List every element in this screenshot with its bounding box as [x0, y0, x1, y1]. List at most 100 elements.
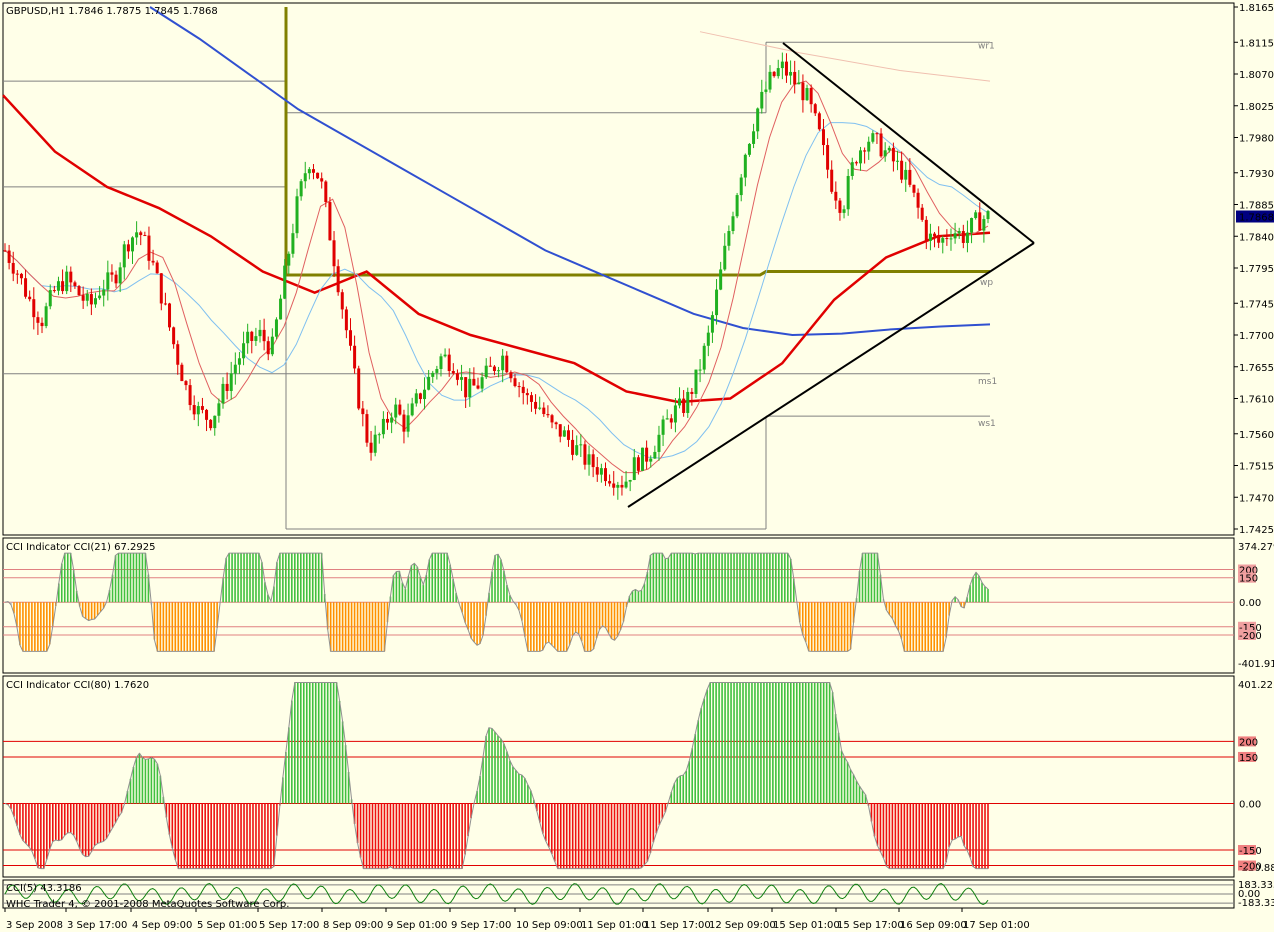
- candle-body: [661, 419, 665, 435]
- candle-body: [896, 160, 900, 162]
- candle-body: [476, 385, 480, 389]
- candle-body: [554, 422, 558, 425]
- candle-body: [147, 235, 151, 261]
- candle-body: [965, 232, 969, 243]
- annotation-ws1: ws1: [978, 419, 996, 429]
- candle-body: [443, 354, 447, 357]
- candle-body: [534, 401, 538, 409]
- candle-body: [653, 451, 657, 459]
- candle-body: [978, 212, 982, 231]
- candle-body: [817, 113, 821, 130]
- candle-body: [813, 104, 817, 114]
- candle-body: [566, 430, 570, 440]
- candle-body: [414, 393, 418, 404]
- candle-body: [143, 235, 147, 237]
- candle-body: [953, 233, 957, 239]
- time-axis-label: 11 Sep 17:00: [644, 920, 711, 931]
- price-axis-label: 1.7795: [1239, 264, 1274, 275]
- candle-body: [135, 232, 139, 238]
- candle-body: [620, 484, 624, 488]
- price-axis-label: 1.7840: [1239, 232, 1274, 243]
- candle-body: [875, 133, 879, 135]
- candle-body: [916, 192, 920, 208]
- candle-body: [15, 273, 19, 275]
- candle-body: [723, 245, 727, 270]
- candle-body: [591, 454, 595, 468]
- candle-body: [497, 370, 501, 372]
- candle-body: [505, 355, 509, 373]
- candle-body: [961, 231, 965, 243]
- candle-body: [571, 439, 575, 455]
- candle-body: [229, 373, 233, 391]
- candle-body: [81, 295, 85, 301]
- trendline-upper[interactable]: [782, 42, 1035, 244]
- candle-body: [756, 108, 760, 132]
- cci80-max-label: 401.2218: [1238, 680, 1274, 691]
- candle-body: [11, 262, 15, 274]
- candle-body: [65, 271, 69, 292]
- chart-canvas[interactable]: 1.8165 1.8115 1.8070 1.8025 1.7980 1.7930 1.78…: [0, 0, 1274, 932]
- candle-body: [77, 286, 81, 296]
- candle-body: [451, 371, 455, 374]
- cci80-level-label: 200: [1239, 737, 1258, 748]
- candle-body: [583, 444, 587, 465]
- candle-body: [126, 244, 130, 252]
- candle-body: [316, 172, 320, 179]
- candle-body: [163, 303, 167, 305]
- candle-body: [52, 290, 56, 292]
- candle-body: [311, 169, 315, 173]
- candle-body: [291, 233, 295, 254]
- candle-body: [974, 212, 978, 219]
- candle-body: [743, 154, 747, 178]
- candle-body: [7, 250, 11, 263]
- candle-body: [657, 434, 661, 452]
- time-axis-label: 10 Sep 09:00: [516, 920, 583, 931]
- candle-body: [19, 273, 23, 279]
- candle-body: [205, 409, 209, 420]
- time-axis-label: 11 Sep 01:00: [581, 920, 648, 931]
- candle-body: [780, 61, 784, 69]
- cci21-max-label: 374.2794: [1238, 542, 1274, 553]
- candle-body: [715, 289, 719, 316]
- candle-body: [883, 150, 887, 157]
- candle-body: [439, 356, 443, 369]
- price-axis-label: 1.7470: [1239, 493, 1274, 504]
- candle-body: [279, 298, 283, 320]
- candle-body: [747, 143, 751, 155]
- candle-body: [213, 415, 217, 429]
- candle-body: [879, 133, 883, 157]
- candle-body: [418, 393, 422, 400]
- candle-body: [521, 386, 525, 394]
- candle-body: [274, 319, 278, 337]
- candle-body: [706, 332, 710, 346]
- candle-body: [608, 481, 612, 484]
- trendline-lower[interactable]: [627, 242, 1035, 508]
- candle-body: [283, 265, 287, 299]
- candle-body: [525, 393, 529, 396]
- mt4-chart-window: 1.8165 1.8115 1.8070 1.8025 1.7980 1.7930 1.78…: [0, 0, 1274, 932]
- candle-body: [805, 88, 809, 101]
- candle-body: [628, 480, 632, 482]
- candle-body: [266, 341, 270, 355]
- time-axis-label: 3 Sep 2008: [6, 920, 63, 931]
- candle-body: [821, 129, 825, 146]
- candle-body: [131, 237, 135, 252]
- time-axis-label: 4 Sep 09:00: [132, 920, 192, 931]
- candle-body: [719, 269, 723, 290]
- time-axis-label: 15 Sep 17:00: [837, 920, 904, 931]
- candle-body: [324, 181, 328, 203]
- candle-body: [501, 355, 505, 371]
- main-price-panel[interactable]: [2, 2, 1235, 536]
- candle-body: [509, 372, 513, 379]
- candle-body: [233, 364, 237, 374]
- price-axis-label: 1.7560: [1239, 430, 1274, 441]
- candle-body: [682, 398, 686, 413]
- symbol-header: GBPUSD,H1 1.7846 1.7875 1.7845 1.7868: [6, 6, 218, 17]
- candle-body: [891, 147, 895, 162]
- candle-body: [850, 162, 854, 176]
- candle-body: [776, 68, 780, 77]
- candle-body: [472, 378, 476, 386]
- candle-body: [394, 404, 398, 418]
- candle-body: [920, 207, 924, 220]
- candle-body: [702, 345, 706, 370]
